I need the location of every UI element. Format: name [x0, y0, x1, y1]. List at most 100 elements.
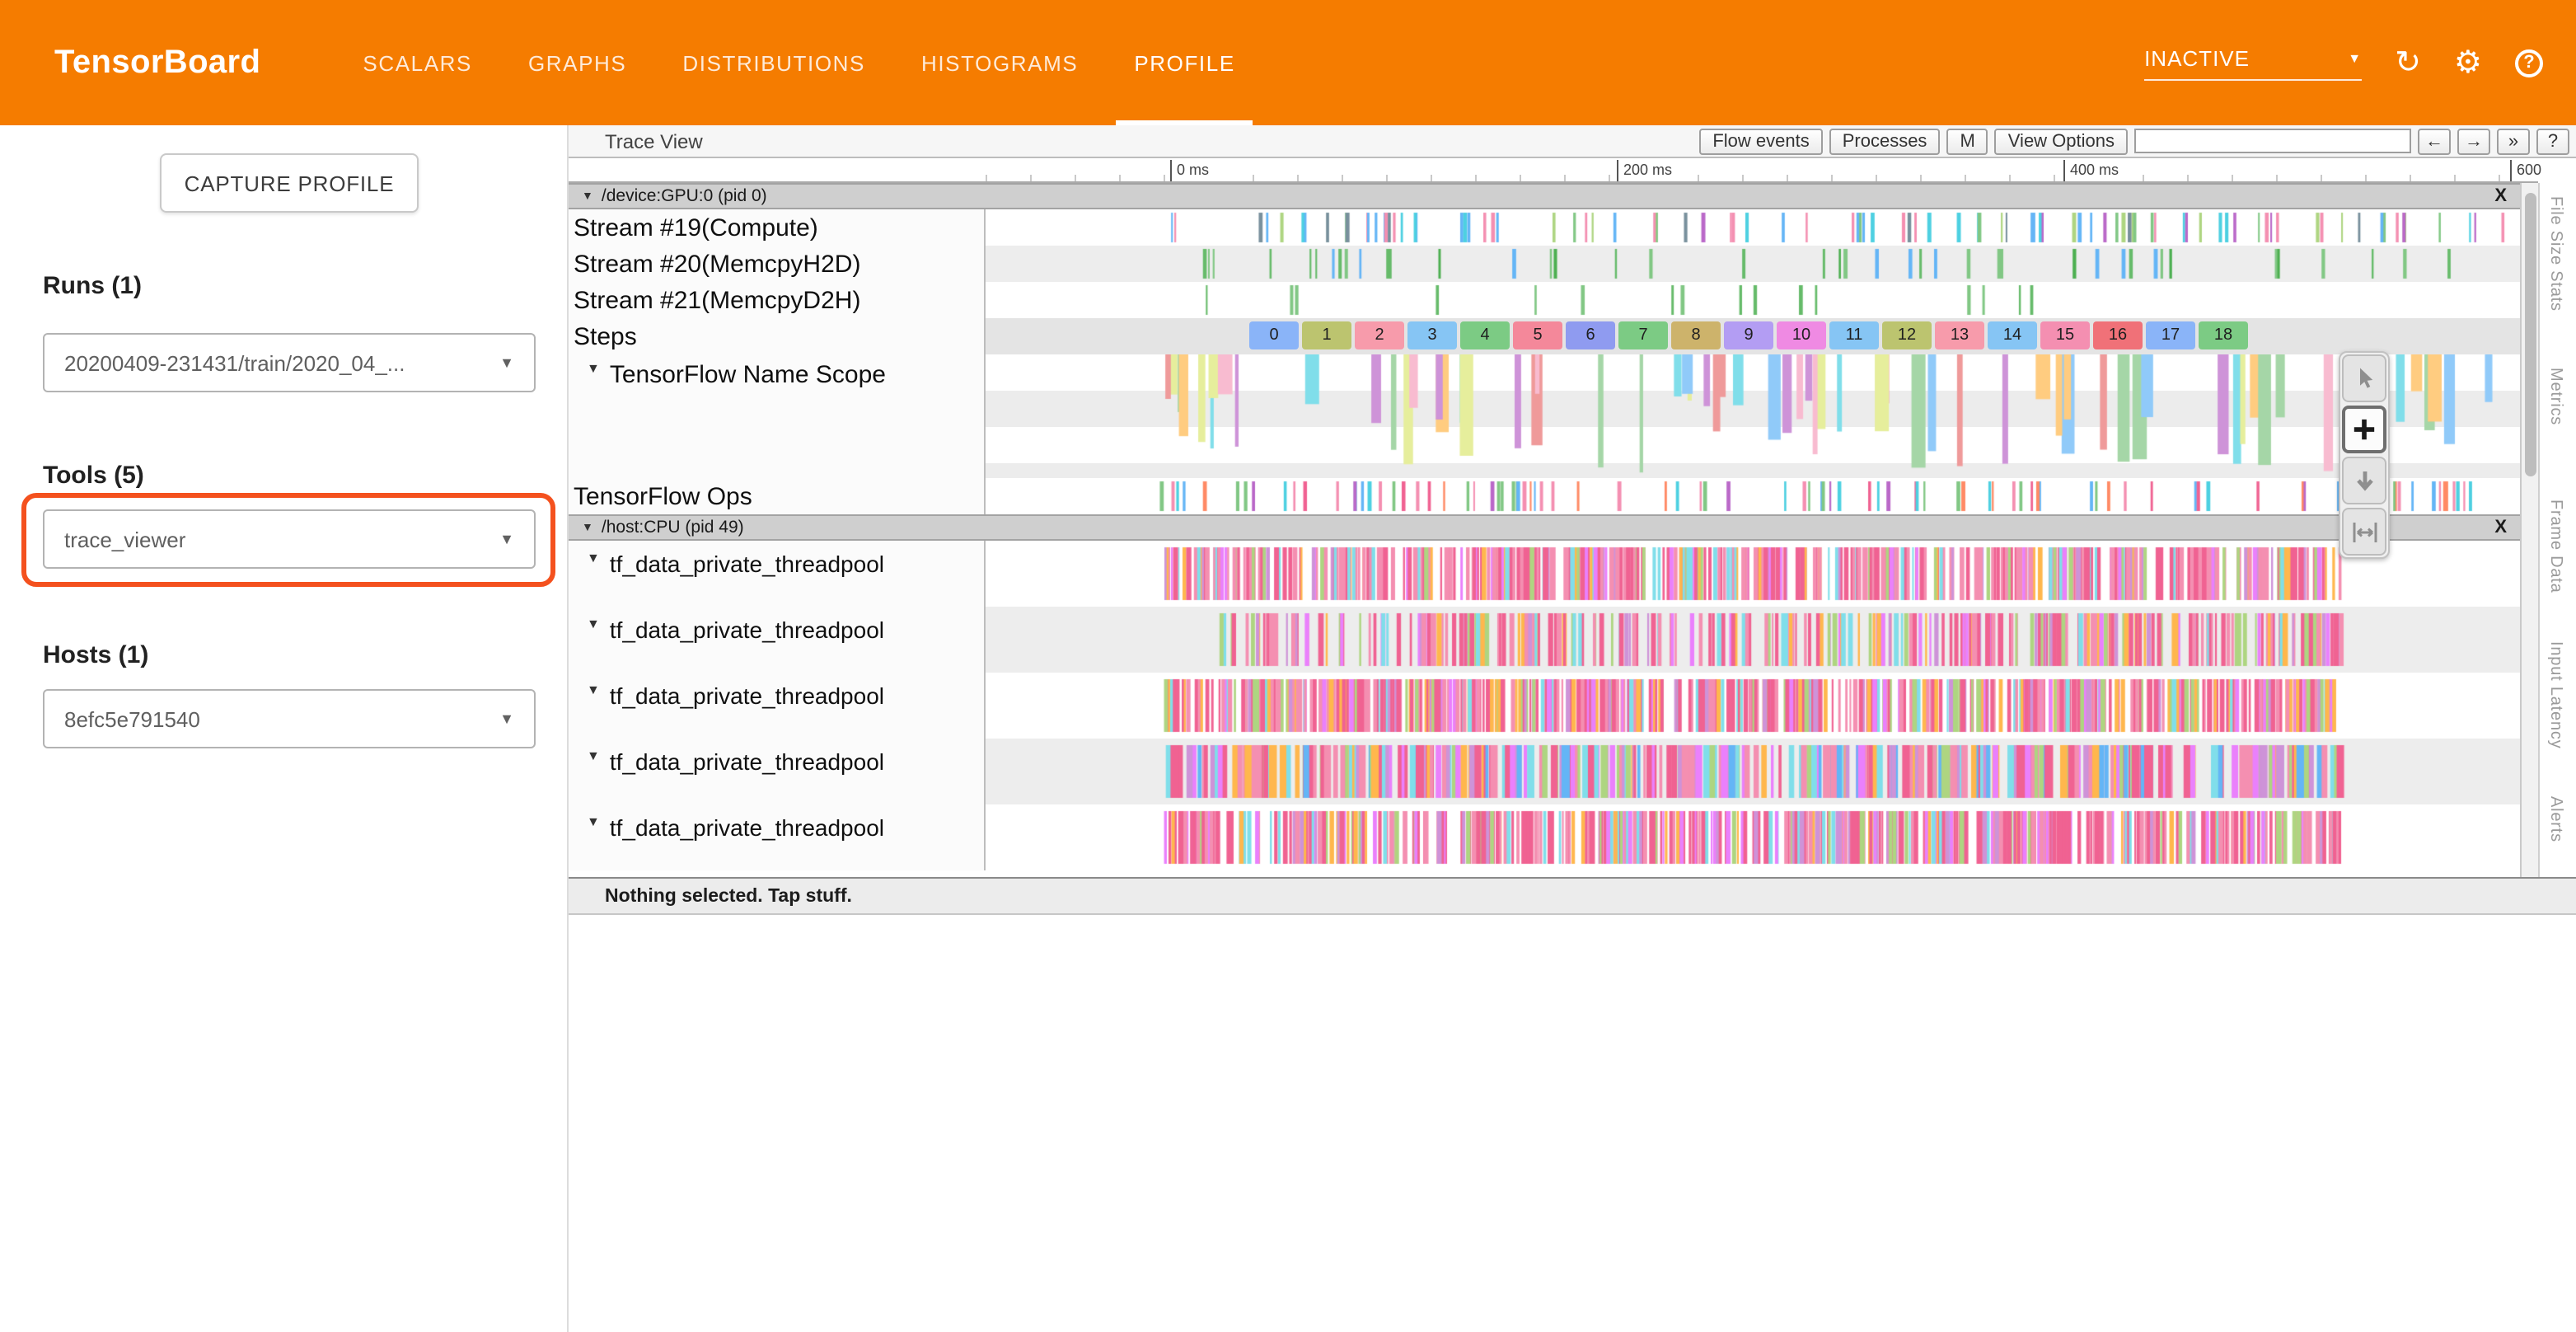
row-label-stream20: Stream #20(MemcpyH2D) — [569, 246, 986, 282]
trace-lane[interactable] — [986, 209, 2520, 246]
status-dropdown-value: INACTIVE — [2144, 45, 2250, 70]
step-block[interactable]: 4 — [1460, 321, 1510, 349]
chevron-down-icon: ▼ — [2348, 50, 2362, 65]
capture-profile-button[interactable]: CAPTURE PROFILE — [160, 153, 419, 213]
tab-frame-data[interactable]: Frame Data — [2546, 500, 2564, 593]
trace-scrollbar[interactable] — [2520, 183, 2538, 877]
table-row: Stream #20(MemcpyH2D) — [569, 246, 2520, 282]
tab-histograms[interactable]: HISTOGRAMS — [893, 0, 1106, 125]
step-block[interactable]: 14 — [1988, 321, 2037, 349]
step-block[interactable]: 10 — [1777, 321, 1826, 349]
trace-lane-canvas — [986, 282, 2520, 318]
step-block[interactable]: 17 — [2146, 321, 2195, 349]
zoom-tool-icon[interactable] — [2342, 406, 2386, 453]
step-block[interactable]: 11 — [1829, 321, 1879, 349]
row-label-threadpool: ▼ tf_data_private_threadpool — [569, 739, 986, 804]
status-dropdown[interactable]: INACTIVE ▼ — [2144, 45, 2362, 80]
tools-dropdown[interactable]: trace_viewer ▼ — [43, 509, 536, 569]
step-block[interactable]: 3 — [1407, 321, 1457, 349]
nav-right-button[interactable]: → — [2457, 128, 2490, 154]
step-block[interactable]: 12 — [1882, 321, 1932, 349]
trace-lane-canvas — [986, 607, 2520, 673]
trace-search-input[interactable] — [2134, 129, 2411, 153]
tab-graphs[interactable]: GRAPHS — [500, 0, 654, 125]
cpu-section-header[interactable]: ▼ /host:CPU (pid 49) X — [569, 514, 2520, 541]
details-header: Nothing selected. Tap stuff. — [569, 879, 2576, 915]
tab-alerts[interactable]: Alerts — [2546, 796, 2564, 842]
trace-lane[interactable] — [986, 354, 2520, 478]
trace-lane[interactable] — [986, 804, 2520, 870]
trace-lane[interactable] — [986, 541, 2520, 607]
select-tool-icon[interactable] — [2342, 354, 2386, 402]
collapse-caret-icon[interactable]: ▼ — [582, 522, 593, 533]
details-panel: Nothing selected. Tap stuff. — [569, 877, 2576, 1332]
app-title: TensorBoard — [54, 44, 260, 82]
collapse-caret-icon[interactable]: ▼ — [587, 361, 600, 376]
tab-file-size-stats[interactable]: File Size Stats — [2546, 196, 2564, 312]
trace-lane[interactable] — [986, 478, 2520, 514]
trace-lane[interactable] — [986, 673, 2520, 739]
trace-lane-canvas — [986, 354, 2520, 478]
step-block[interactable]: 6 — [1566, 321, 1615, 349]
hosts-dropdown[interactable]: 8efc5e791540 ▼ — [43, 689, 536, 748]
nav-forward-button[interactable]: » — [2497, 128, 2530, 154]
tab-metrics[interactable]: Metrics — [2546, 368, 2564, 425]
help-icon[interactable]: ? — [2515, 49, 2543, 77]
cpu-section-title: /host:CPU (pid 49) — [602, 518, 744, 537]
collapse-caret-icon[interactable]: ▼ — [587, 617, 600, 631]
step-block[interactable]: 15 — [2040, 321, 2090, 349]
table-row: ▼ tf_data_private_threadpool — [569, 804, 2520, 870]
gpu-close-button[interactable]: X — [2494, 186, 2507, 206]
step-block[interactable]: 9 — [1724, 321, 1773, 349]
processes-button[interactable]: Processes — [1829, 128, 1941, 154]
help-button[interactable]: ? — [2536, 128, 2569, 154]
step-block[interactable]: 5 — [1513, 321, 1562, 349]
scrollbar-thumb[interactable] — [2525, 193, 2536, 476]
nav-left-button[interactable]: ← — [2418, 128, 2451, 154]
row-label-name-scope: ▼ TensorFlow Name Scope — [569, 354, 986, 478]
ruler-label: 400 ms — [2063, 160, 2119, 181]
tab-scalars[interactable]: SCALARS — [335, 0, 500, 125]
table-row: ▼ tf_data_private_threadpool — [569, 739, 2520, 804]
gear-icon[interactable]: ⚙ — [2454, 47, 2482, 78]
step-block[interactable]: 8 — [1671, 321, 1721, 349]
metrics-m-button[interactable]: M — [1946, 128, 1988, 154]
trace-lane-canvas — [986, 739, 2520, 804]
step-block[interactable]: 13 — [1935, 321, 1984, 349]
refresh-icon[interactable]: ↻ — [2395, 47, 2421, 78]
tab-distributions[interactable]: DISTRIBUTIONS — [654, 0, 893, 125]
flow-events-button[interactable]: Flow events — [1699, 128, 1822, 154]
step-block[interactable]: 18 — [2199, 321, 2248, 349]
step-block[interactable]: 1 — [1302, 321, 1351, 349]
steps-lane[interactable]: 0123456789101112131415161718 — [986, 318, 2520, 354]
collapse-caret-icon[interactable]: ▼ — [587, 814, 600, 829]
chevron-down-icon: ▼ — [499, 354, 514, 371]
table-row: Stream #21(MemcpyD2H) — [569, 282, 2520, 318]
horizontal-range-tool-icon[interactable] — [2342, 508, 2386, 556]
ruler-label: 600 — [2510, 160, 2541, 181]
step-block[interactable]: 7 — [1618, 321, 1668, 349]
runs-dropdown-value: 20200409-231431/train/2020_04_... — [64, 350, 405, 375]
step-block[interactable]: 2 — [1355, 321, 1404, 349]
collapse-caret-icon[interactable]: ▼ — [587, 682, 600, 697]
tab-input-latency[interactable]: Input Latency — [2546, 641, 2564, 749]
trace-lane[interactable] — [986, 282, 2520, 318]
row-label-tf-ops: TensorFlow Ops — [569, 478, 986, 514]
trace-lane[interactable] — [986, 607, 2520, 673]
runs-dropdown[interactable]: 20200409-231431/train/2020_04_... ▼ — [43, 333, 536, 392]
cpu-close-button[interactable]: X — [2494, 518, 2507, 537]
trace-lane[interactable] — [986, 246, 2520, 282]
trace-lane-canvas — [986, 478, 2520, 514]
gpu-section-header[interactable]: ▼ /device:GPU:0 (pid 0) X — [569, 183, 2520, 209]
collapse-caret-icon[interactable]: ▼ — [587, 748, 600, 763]
nav-tabs: SCALARS GRAPHS DISTRIBUTIONS HISTOGRAMS … — [335, 0, 1262, 125]
step-block[interactable]: 0 — [1249, 321, 1299, 349]
collapse-caret-icon[interactable]: ▼ — [582, 190, 593, 202]
tab-profile[interactable]: PROFILE — [1106, 0, 1262, 125]
view-options-button[interactable]: View Options — [1995, 128, 2128, 154]
runs-label: Runs (1) — [43, 272, 142, 300]
step-block[interactable]: 16 — [2093, 321, 2143, 349]
collapse-caret-icon[interactable]: ▼ — [587, 551, 600, 565]
trace-lane[interactable] — [986, 739, 2520, 804]
pan-down-tool-icon[interactable] — [2342, 457, 2386, 504]
